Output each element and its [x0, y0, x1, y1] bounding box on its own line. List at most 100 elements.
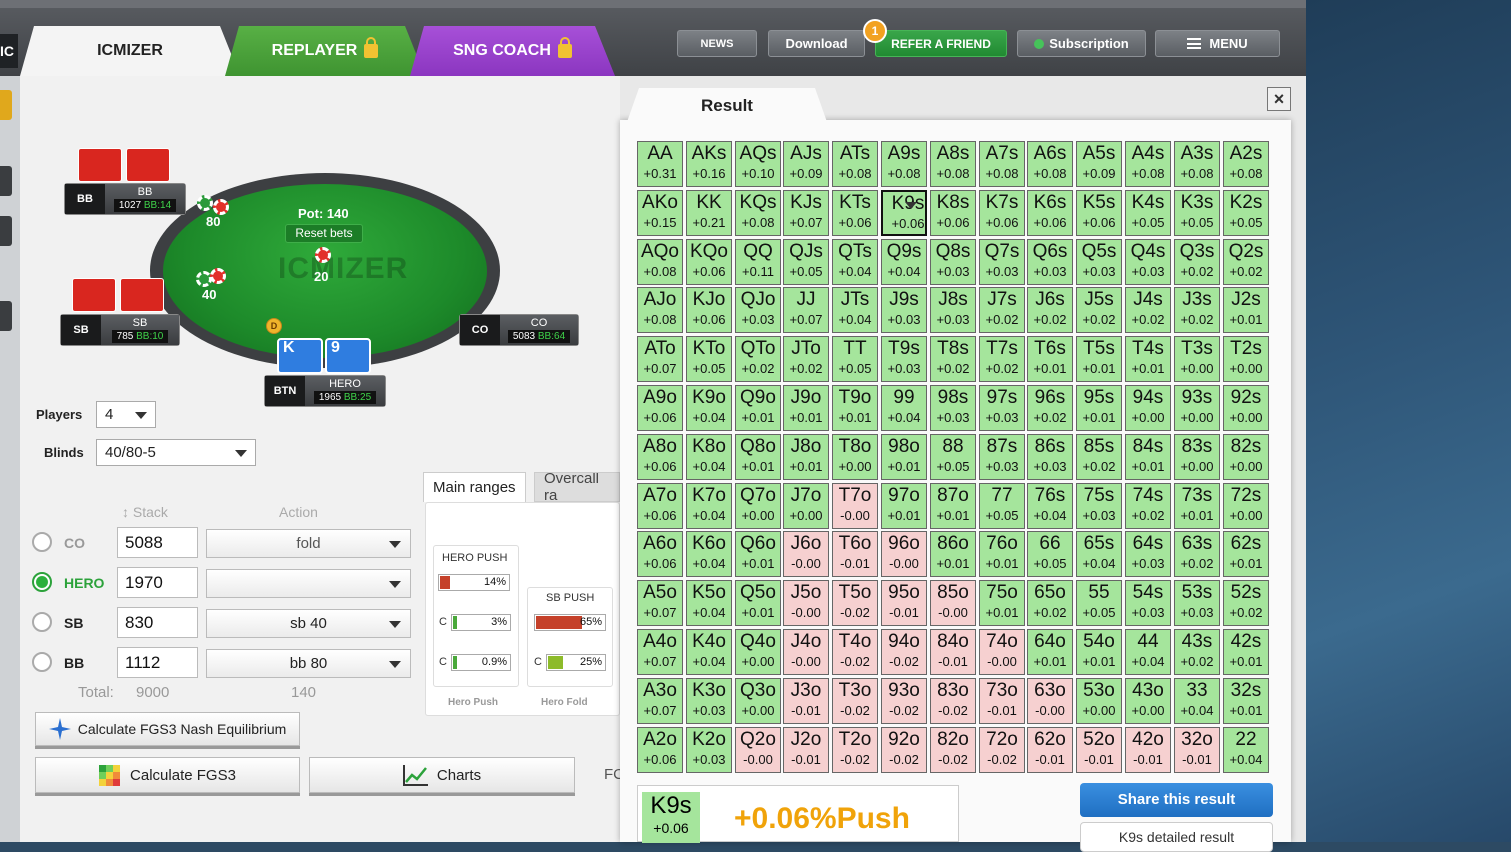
hand-cell[interactable]: AQo +0.08 [637, 239, 683, 285]
hand-cell[interactable]: Q6o +0.01 [735, 531, 781, 577]
hand-cell[interactable]: 75o +0.01 [979, 580, 1025, 626]
hand-cell[interactable]: QJo +0.03 [735, 287, 781, 333]
radio-co[interactable] [32, 532, 52, 552]
hand-cell[interactable]: Q4o +0.00 [735, 629, 781, 675]
hand-cell[interactable]: 32o -0.01 [1174, 727, 1220, 773]
hand-cell[interactable]: 73o -0.01 [979, 678, 1025, 724]
hand-cell[interactable]: 76s +0.04 [1027, 483, 1073, 529]
hand-cell[interactable]: 85o -0.00 [930, 580, 976, 626]
tab-overcall-ranges[interactable]: Overcall ra [534, 472, 620, 502]
hand-cell[interactable]: 94s +0.00 [1125, 385, 1171, 431]
hand-cell[interactable]: 72s +0.00 [1223, 483, 1269, 529]
hand-cell[interactable]: 33 +0.04 [1174, 678, 1220, 724]
calculate-fgs3-button[interactable]: Calculate FGS3 [35, 757, 300, 793]
hand-cell[interactable]: 66 +0.05 [1027, 531, 1073, 577]
hand-cell[interactable]: 96o -0.00 [881, 531, 927, 577]
hand-cell[interactable]: A9o +0.06 [637, 385, 683, 431]
hand-cell[interactable]: Q3s +0.02 [1174, 239, 1220, 285]
hand-cell[interactable]: J2s +0.01 [1223, 287, 1269, 333]
hand-cell[interactable]: J8s +0.03 [930, 287, 976, 333]
hand-cell[interactable]: 88 +0.05 [930, 434, 976, 480]
hand-cell[interactable]: QJs +0.05 [783, 239, 829, 285]
seat-co[interactable]: CO CO 5083 BB:64 [459, 314, 579, 346]
hand-cell[interactable]: A4s +0.08 [1125, 141, 1171, 187]
stack-input-sb[interactable]: 830 [117, 607, 198, 638]
news-button[interactable]: NEWS [677, 30, 757, 57]
stack-input-hero[interactable]: 1970 [117, 567, 198, 598]
hand-cell[interactable]: T9o +0.01 [832, 385, 878, 431]
hand-cell[interactable]: A3s +0.08 [1174, 141, 1220, 187]
hand-cell[interactable]: AA +0.31 [637, 141, 683, 187]
action-select-co[interactable]: fold [206, 529, 411, 558]
share-result-button[interactable]: Share this result [1080, 783, 1273, 817]
hand-cell[interactable]: J7o +0.00 [783, 483, 829, 529]
hand-cell[interactable]: Q2s +0.02 [1223, 239, 1269, 285]
hand-cell[interactable]: QQ +0.11 [735, 239, 781, 285]
hand-cell[interactable]: 62s +0.01 [1223, 531, 1269, 577]
hand-cell[interactable]: A6s +0.08 [1027, 141, 1073, 187]
players-select[interactable]: 4 [96, 401, 156, 428]
hand-cell[interactable]: T7o -0.00 [832, 483, 878, 529]
hand-cell[interactable]: K6o +0.04 [686, 531, 732, 577]
tab-sng-coach[interactable]: SNG COACH [410, 26, 615, 76]
blinds-select[interactable]: 40/80-5 [96, 439, 256, 466]
radio-bb[interactable] [32, 652, 52, 672]
left-edge-tab[interactable]: IC [0, 34, 18, 68]
hand-cell[interactable]: A8o +0.06 [637, 434, 683, 480]
hand-cell[interactable]: AKs +0.16 [686, 141, 732, 187]
download-button[interactable]: Download [768, 30, 865, 57]
hand-cell[interactable]: Q9s +0.04 [881, 239, 927, 285]
hand-cell[interactable]: 54s +0.03 [1125, 580, 1171, 626]
hand-cell[interactable]: 42o -0.01 [1125, 727, 1171, 773]
seat-sb[interactable]: SB SB 785 BB:10 [60, 314, 180, 346]
hand-cell[interactable]: AJs +0.09 [783, 141, 829, 187]
hand-cell[interactable]: 52o -0.01 [1076, 727, 1122, 773]
hand-cell[interactable]: 32s +0.01 [1223, 678, 1269, 724]
hand-cell[interactable]: 43s +0.02 [1174, 629, 1220, 675]
hand-cell[interactable]: Q2o -0.00 [735, 727, 781, 773]
seat-bb[interactable]: BB BB 1027 BB:14 [64, 183, 186, 215]
hand-cell[interactable]: T8o +0.00 [832, 434, 878, 480]
hand-cell[interactable]: KJo +0.06 [686, 287, 732, 333]
tab-main-ranges[interactable]: Main ranges [423, 472, 526, 502]
hand-cell[interactable]: K5o +0.04 [686, 580, 732, 626]
hand-cell[interactable]: Q7s +0.03 [979, 239, 1025, 285]
hand-cell[interactable]: JJ +0.07 [783, 287, 829, 333]
hand-cell[interactable]: J7s +0.02 [979, 287, 1025, 333]
hand-cell[interactable]: Q6s +0.03 [1027, 239, 1073, 285]
hand-cell[interactable]: ATs +0.08 [832, 141, 878, 187]
hand-cell[interactable]: A3o +0.07 [637, 678, 683, 724]
hand-cell[interactable]: TT +0.05 [832, 336, 878, 382]
hand-cell[interactable]: 62o -0.01 [1027, 727, 1073, 773]
hand-cell[interactable]: K3o +0.03 [686, 678, 732, 724]
hand-cell[interactable]: 98o +0.01 [881, 434, 927, 480]
hand-cell[interactable]: J3o -0.01 [783, 678, 829, 724]
hand-cell[interactable]: 53s +0.03 [1174, 580, 1220, 626]
hand-cell[interactable]: T6s +0.01 [1027, 336, 1073, 382]
hand-cell[interactable]: T2o -0.02 [832, 727, 878, 773]
hand-cell[interactable]: 94o -0.02 [881, 629, 927, 675]
hand-cell[interactable]: 74s +0.02 [1125, 483, 1171, 529]
hand-cell[interactable]: 95s +0.01 [1076, 385, 1122, 431]
hand-cell[interactable]: 65o +0.02 [1027, 580, 1073, 626]
hand-cell[interactable]: 74o -0.00 [979, 629, 1025, 675]
hand-cell[interactable]: Q9o +0.01 [735, 385, 781, 431]
hand-cell[interactable]: K9s +0.06 [881, 190, 927, 236]
hand-cell[interactable]: J3s +0.02 [1174, 287, 1220, 333]
hand-cell[interactable]: J6s +0.02 [1027, 287, 1073, 333]
hand-cell[interactable]: 82s +0.00 [1223, 434, 1269, 480]
hand-cell[interactable]: ATo +0.07 [637, 336, 683, 382]
refer-friend-button[interactable]: REFER A FRIEND [875, 30, 1007, 57]
hand-cell[interactable]: QTo +0.02 [735, 336, 781, 382]
hand-cell[interactable]: 52s +0.02 [1223, 580, 1269, 626]
hand-cell[interactable]: 92o -0.02 [881, 727, 927, 773]
hand-cell[interactable]: 22 +0.04 [1223, 727, 1269, 773]
hand-cell[interactable]: J4s +0.02 [1125, 287, 1171, 333]
hand-cell[interactable]: T6o -0.01 [832, 531, 878, 577]
hand-cell[interactable]: 83s +0.00 [1174, 434, 1220, 480]
hand-cell[interactable]: 44 +0.04 [1125, 629, 1171, 675]
stack-input-co[interactable]: 5088 [117, 527, 198, 558]
hand-cell[interactable]: KTs +0.06 [832, 190, 878, 236]
hand-cell[interactable]: AKo +0.15 [637, 190, 683, 236]
tab-icmizer[interactable]: ICMIZER [20, 26, 240, 76]
